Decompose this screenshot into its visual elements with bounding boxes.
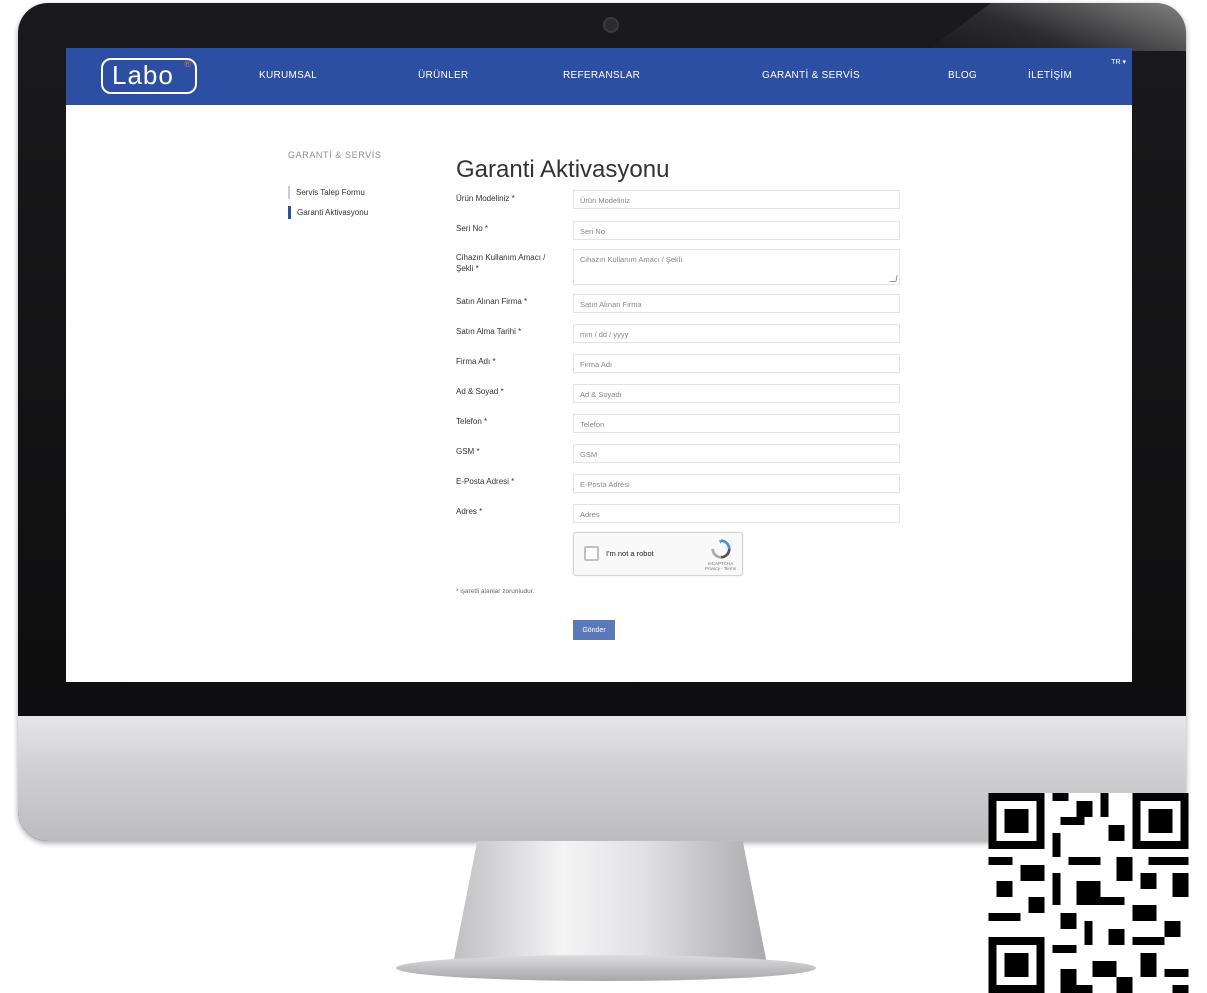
label-satin-alinan-firma: Satın Alınan Firma * <box>456 297 528 306</box>
input-adres[interactable]: Adres <box>573 504 900 523</box>
labo-logo[interactable]: Labo ® <box>101 58 197 94</box>
page-title: Garanti Aktivasyonu <box>456 156 670 183</box>
nav-item-garanti-servis[interactable]: GARANTİ & SERVİS <box>762 70 860 81</box>
language-selector[interactable]: TR ▾ <box>1111 58 1126 66</box>
input-satin-alma-tarihi[interactable]: mm / dd / yyyy <box>573 324 900 343</box>
label-urun-modeli: Ürün Modeliniz * <box>456 194 515 203</box>
label-adres: Adres * <box>456 507 483 516</box>
recaptcha-checkbox[interactable] <box>584 546 599 561</box>
textarea-kullanim-amaci[interactable]: Cihazın Kullanım Amacı / Şekli <box>573 249 900 285</box>
nav-item-referanslar[interactable]: REFERANSLAR <box>563 70 640 81</box>
nav-item-blog[interactable]: BLOG <box>948 70 977 81</box>
nav-item-kurumsal[interactable]: KURUMSAL <box>259 70 317 81</box>
qr-code <box>988 793 1189 993</box>
required-note: * işaretli alanlar zorunludur. <box>456 588 535 595</box>
input-urun-modeli[interactable]: Ürün Modeliniz <box>573 190 900 209</box>
recaptcha-label: I'm not a robot <box>606 549 654 558</box>
navbar: Labo ® KURUMSAL ÜRÜNLER REFERANSLAR GARA… <box>66 48 1132 105</box>
input-firma-adi[interactable]: Firma Adı <box>573 354 900 373</box>
recaptcha-widget: I'm not a robot reCAPTCHA Privacy - Term… <box>573 532 743 576</box>
label-eposta: E-Posta Adresi * <box>456 477 515 486</box>
label-firma-adi: Firma Adı * <box>456 357 496 366</box>
sidebar-link-servis-talep[interactable]: Servis Talep Formu <box>288 186 365 199</box>
screen: Labo ® KURUMSAL ÜRÜNLER REFERANSLAR GARA… <box>66 48 1132 682</box>
submit-button[interactable]: Gönder <box>573 620 615 640</box>
input-eposta[interactable]: E-Posta Adresi <box>573 474 900 493</box>
label-ad-soyad: Ad & Soyad * <box>456 387 504 396</box>
input-telefon[interactable]: Telefon <box>573 414 900 433</box>
nav-item-iletisim[interactable]: İLETİŞİM <box>1028 70 1072 81</box>
camera-icon <box>603 17 619 33</box>
recaptcha-brand: reCAPTCHA Privacy - Terms <box>705 561 736 571</box>
label-satin-alma-tarihi: Satın Alma Tarihi * <box>456 327 522 336</box>
textarea-placeholder: Cihazın Kullanım Amacı / Şekli <box>580 255 683 264</box>
input-seri-no[interactable]: Seri No <box>573 221 900 240</box>
glass-glare <box>926 3 1186 51</box>
sidebar-heading: GARANTİ & SERVİS <box>288 150 382 160</box>
input-satin-alinan-firma[interactable]: Satın Alınan Firma <box>573 294 900 313</box>
nav-item-urunler[interactable]: ÜRÜNLER <box>418 70 468 81</box>
label-gsm: GSM * <box>456 447 480 456</box>
resize-handle-icon[interactable] <box>889 275 898 282</box>
recaptcha-terms[interactable]: Privacy - Terms <box>705 566 736 571</box>
logo-text: Labo <box>112 60 174 90</box>
input-gsm[interactable]: GSM <box>573 444 900 463</box>
monitor-stand-base <box>396 955 816 981</box>
sidebar-link-garanti-aktivasyonu[interactable]: Garanti Aktivasyonu <box>288 206 368 219</box>
label-telefon: Telefon * <box>456 417 488 426</box>
label-kullanim-amaci: Cihazın Kullanım Amacı / Şekli * <box>456 253 546 273</box>
label-seri-no: Seri No * <box>456 224 489 233</box>
recaptcha-logo-icon <box>711 539 731 559</box>
monitor-stand <box>452 841 768 969</box>
input-ad-soyad[interactable]: Ad & Soyadı <box>573 384 900 403</box>
registered-mark: ® <box>184 59 192 69</box>
